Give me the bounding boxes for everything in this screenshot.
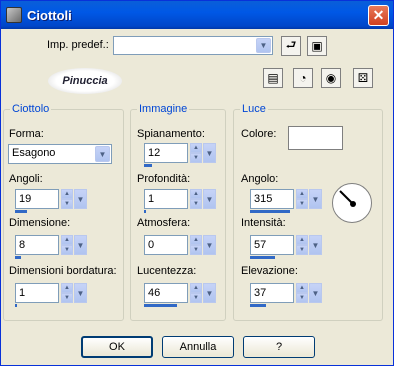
- chevron-down-icon[interactable]: ▼: [309, 189, 322, 209]
- elevazione-bar: [250, 304, 266, 307]
- preset-label: Imp. predef.:: [47, 39, 109, 51]
- angle-dial[interactable]: [332, 183, 372, 223]
- intensita-spinner[interactable]: 57 ▲ ▼ ▼: [250, 235, 322, 259]
- profondita-updown[interactable]: ▲ ▼: [190, 189, 202, 209]
- lucentezza-label: Lucentezza:: [137, 265, 197, 277]
- angoli-input[interactable]: 19: [15, 189, 59, 209]
- logo: Pinuccia: [48, 68, 122, 94]
- angolo-spinner[interactable]: 315 ▲ ▼ ▼: [250, 189, 322, 213]
- lucentezza-input[interactable]: 46: [144, 283, 188, 303]
- profondita-input[interactable]: 1: [144, 189, 188, 209]
- dimensione-label: Dimensione:: [9, 217, 71, 229]
- spianamento-input[interactable]: 12: [144, 143, 188, 163]
- chevron-down-icon[interactable]: ▼: [95, 146, 110, 162]
- elevazione-spinner[interactable]: 37 ▲ ▼ ▼: [250, 283, 322, 307]
- angoli-label: Angoli:: [9, 173, 43, 185]
- atmosfera-spinner[interactable]: 0 ▲ ▼ ▼: [144, 235, 216, 259]
- angolo-bar: [250, 210, 290, 213]
- preset-combo[interactable]: ▼: [113, 36, 273, 55]
- load-preset-button[interactable]: ⮐: [281, 36, 301, 56]
- elevazione-input[interactable]: 37: [250, 283, 294, 303]
- lucentezza-spinner[interactable]: 46 ▲ ▼ ▼: [144, 283, 216, 307]
- lucentezza-updown[interactable]: ▲ ▼: [190, 283, 202, 303]
- angoli-spinner[interactable]: 19 ▲ ▼ ▼: [15, 189, 87, 213]
- forma-value: Esagono: [12, 147, 56, 159]
- dimensione-bar: [15, 256, 21, 259]
- help-button[interactable]: ?: [243, 336, 315, 358]
- ok-button[interactable]: OK: [81, 336, 153, 358]
- annulla-button[interactable]: Annulla: [162, 336, 234, 358]
- bordatura-label: Dimensioni bordatura:: [9, 265, 117, 277]
- luce-group-title: Luce: [240, 103, 268, 115]
- proof-button[interactable]: ◔: [293, 68, 313, 88]
- profondita-label: Profondità:: [137, 173, 191, 185]
- bordatura-updown[interactable]: ▲ ▼: [61, 283, 73, 303]
- dimensione-input[interactable]: 8: [15, 235, 59, 255]
- angoli-bar: [15, 210, 27, 213]
- elevazione-label: Elevazione:: [241, 265, 298, 277]
- spianamento-bar: [144, 164, 152, 167]
- elevazione-updown[interactable]: ▲ ▼: [296, 283, 308, 303]
- intensita-updown[interactable]: ▲ ▼: [296, 235, 308, 255]
- atmosfera-label: Atmosfera:: [137, 217, 191, 229]
- dimensione-spinner[interactable]: 8 ▲ ▼ ▼: [15, 235, 87, 259]
- floppy-disk-icon: ▣: [311, 39, 323, 53]
- bordatura-spinner[interactable]: 1 ▲ ▼ ▼: [15, 283, 87, 307]
- chevron-down-icon[interactable]: ▼: [74, 235, 87, 255]
- dialog-window: Ciottoli ✕ Imp. predef.: ▼ ⮐ ▣ Pinuccia …: [0, 0, 394, 366]
- intensita-input[interactable]: 57: [250, 235, 294, 255]
- app-icon: [6, 7, 22, 23]
- atmosfera-input[interactable]: 0: [144, 235, 188, 255]
- title-bar[interactable]: Ciottoli ✕: [1, 1, 393, 29]
- chevron-down-icon[interactable]: ▼: [74, 283, 87, 303]
- ciottolo-group-title: Ciottolo: [10, 103, 52, 115]
- bordatura-bar: [15, 304, 17, 307]
- immagine-group-title: Immagine: [137, 103, 190, 115]
- profondita-bar: [144, 210, 146, 213]
- angolo-label: Angolo:: [241, 173, 279, 185]
- window-view-button[interactable]: ▤: [263, 68, 283, 88]
- eye-icon: ◔: [299, 71, 307, 85]
- angolo-updown[interactable]: ▲ ▼: [296, 189, 308, 209]
- bordatura-input[interactable]: 1: [15, 283, 59, 303]
- spianamento-updown[interactable]: ▲ ▼: [190, 143, 202, 163]
- eye-icon: ◉: [325, 71, 337, 85]
- dial-needle-icon: [339, 190, 356, 207]
- arrow-return-icon: ⮐: [285, 37, 297, 52]
- close-button[interactable]: ✕: [368, 5, 389, 26]
- preview-button[interactable]: ◉: [321, 68, 341, 88]
- spianamento-spinner[interactable]: 12 ▲ ▼ ▼: [144, 143, 216, 167]
- randomize-button[interactable]: ⚄: [353, 68, 373, 88]
- profondita-spinner[interactable]: 1 ▲ ▼ ▼: [144, 189, 216, 213]
- chevron-down-icon[interactable]: ▼: [309, 235, 322, 255]
- save-preset-button[interactable]: ▣: [307, 36, 327, 56]
- window-icon: ▤: [267, 71, 279, 85]
- chevron-down-icon[interactable]: ▼: [203, 235, 216, 255]
- forma-label: Forma:: [9, 128, 44, 140]
- spianamento-label: Spianamento:: [137, 128, 205, 140]
- lucentezza-bar: [144, 304, 177, 307]
- intensita-bar: [250, 256, 275, 259]
- angolo-input[interactable]: 315: [250, 189, 294, 209]
- dimensione-updown[interactable]: ▲ ▼: [61, 235, 73, 255]
- chevron-down-icon[interactable]: ▼: [203, 143, 216, 163]
- colore-label: Colore:: [241, 128, 277, 140]
- angoli-updown[interactable]: ▲ ▼: [61, 189, 73, 209]
- chevron-down-icon[interactable]: ▼: [74, 189, 87, 209]
- chevron-down-icon[interactable]: ▼: [203, 189, 216, 209]
- color-swatch[interactable]: [288, 126, 343, 150]
- forma-select[interactable]: Esagono ▼: [8, 144, 112, 164]
- chevron-down-icon[interactable]: ▼: [203, 283, 216, 303]
- intensita-label: Intensità:: [241, 217, 286, 229]
- chevron-down-icon[interactable]: ▼: [309, 283, 322, 303]
- atmosfera-updown[interactable]: ▲ ▼: [190, 235, 202, 255]
- chevron-down-icon[interactable]: ▼: [256, 38, 271, 53]
- window-title: Ciottoli: [27, 7, 72, 23]
- dice-icon: ⚄: [357, 71, 369, 85]
- logo-text: Pinuccia: [62, 75, 108, 87]
